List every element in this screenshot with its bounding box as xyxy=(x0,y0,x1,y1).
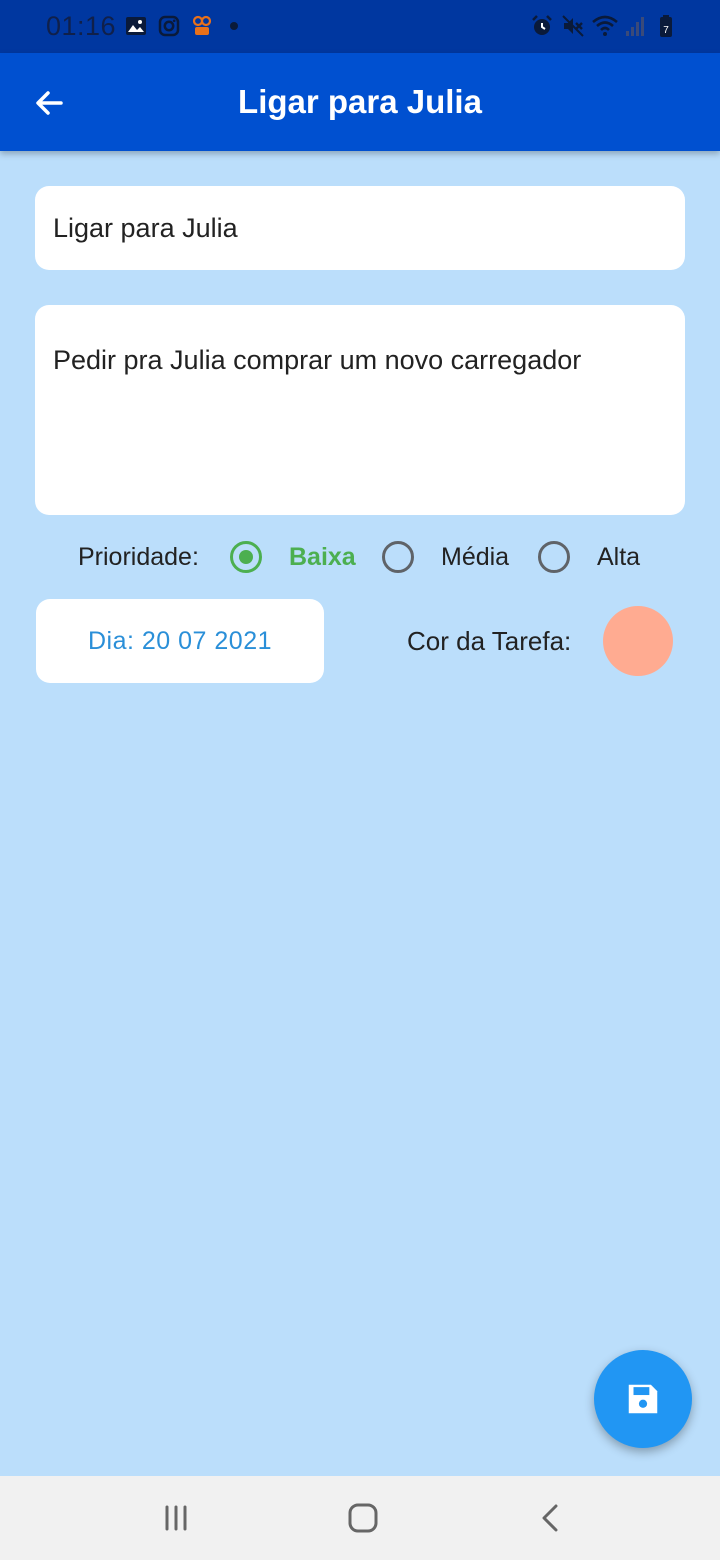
battery-icon: 7 xyxy=(656,14,676,38)
task-color-swatch[interactable] xyxy=(603,606,673,676)
radio-label-alta[interactable]: Alta xyxy=(597,543,640,572)
radio-label-media[interactable]: Média xyxy=(441,543,509,572)
task-color-label: Cor da Tarefa: xyxy=(407,626,572,656)
battery-level: 7 xyxy=(663,25,669,36)
back-nav-icon xyxy=(542,1504,558,1532)
radio-baixa[interactable] xyxy=(230,541,262,573)
system-nav-bar xyxy=(0,1476,720,1560)
wifi-icon xyxy=(591,14,619,38)
save-icon xyxy=(628,1384,658,1414)
description-input[interactable]: Pedir pra Julia comprar um novo carregad… xyxy=(35,305,685,515)
priority-row: Prioridade: Baixa Média Alta xyxy=(0,535,720,579)
priority-label: Prioridade: xyxy=(78,543,199,571)
radio-label-baixa[interactable]: Baixa xyxy=(289,543,356,572)
mute-icon xyxy=(560,14,586,38)
status-bar: 01:16 7 xyxy=(0,0,720,53)
home-button[interactable] xyxy=(333,1496,393,1540)
save-button[interactable] xyxy=(594,1350,692,1448)
back-nav-button[interactable] xyxy=(520,1496,580,1540)
home-icon xyxy=(348,1503,378,1533)
recent-apps-button[interactable] xyxy=(146,1496,206,1540)
dot-icon xyxy=(228,14,240,38)
date-button[interactable]: Dia: 20 07 2021 xyxy=(36,599,324,683)
gallery-icon xyxy=(124,14,148,38)
signal-icon xyxy=(624,14,646,38)
radio-alta[interactable] xyxy=(538,541,570,573)
app-bar: Ligar para Julia xyxy=(0,53,720,151)
title-input[interactable]: Ligar para Julia xyxy=(35,186,685,270)
instagram-icon xyxy=(157,14,181,38)
alarm-icon xyxy=(529,14,555,38)
app-icon xyxy=(190,14,214,38)
date-button-label: Dia: 20 07 2021 xyxy=(87,626,273,655)
page-title: Ligar para Julia xyxy=(238,83,482,120)
radio-media[interactable] xyxy=(382,541,414,573)
status-time: 01:16 xyxy=(46,11,117,41)
recent-apps-icon xyxy=(165,1505,187,1531)
